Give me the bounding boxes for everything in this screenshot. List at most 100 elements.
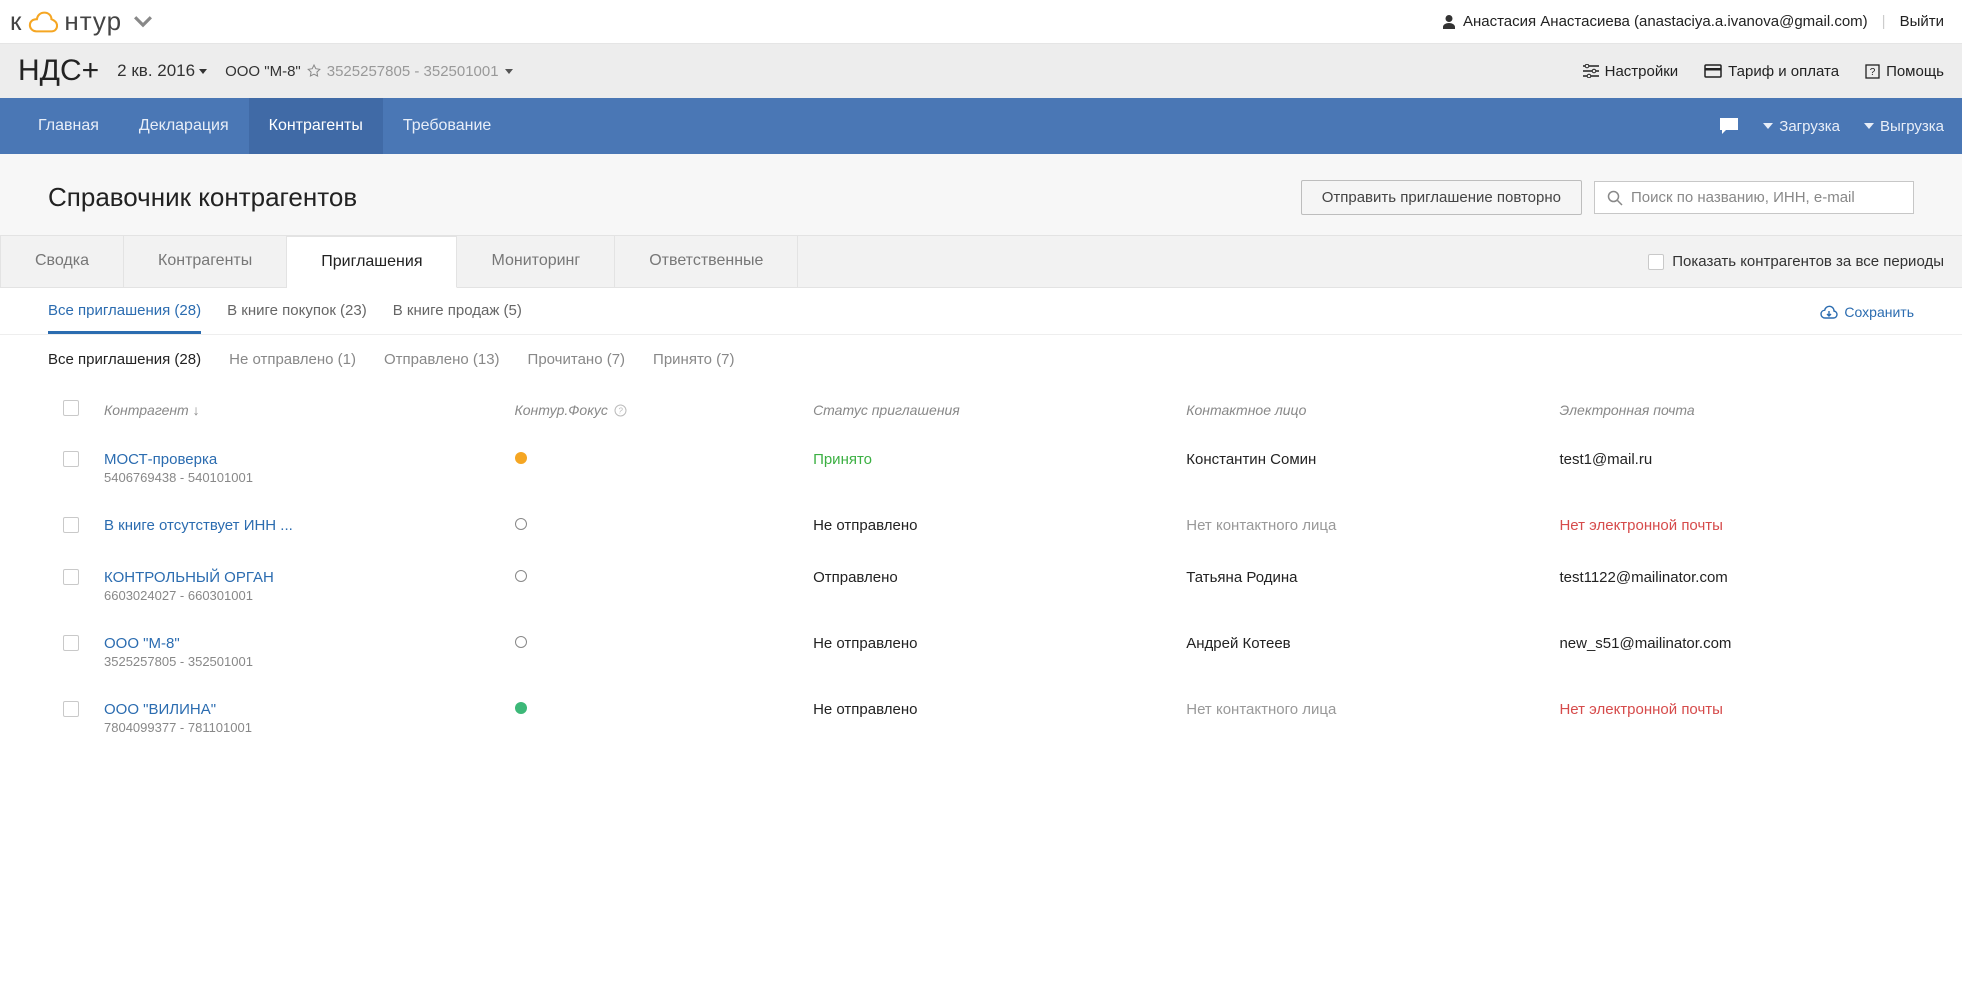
table-row: В книге отсутствует ИНН ...Не отправлено…: [48, 501, 1914, 553]
logo-text-after: нтур: [64, 6, 122, 37]
user-icon: [1441, 14, 1457, 30]
save-link[interactable]: Сохранить: [1820, 304, 1914, 332]
invites-table: Контрагент ↓ Контур.Фокус ? Статус пригл…: [48, 384, 1914, 751]
upload-label: Выгрузка: [1880, 118, 1944, 135]
contact-email: Нет электронной почты: [1559, 701, 1722, 718]
resend-invite-button[interactable]: Отправить приглашение повторно: [1301, 180, 1582, 215]
invite-status: Не отправлено: [813, 701, 917, 718]
contragent-link[interactable]: В книге отсутствует ИНН ...: [104, 517, 495, 534]
org-name: ООО "М-8": [225, 63, 301, 80]
contragent-link[interactable]: ООО "М-8": [104, 635, 495, 652]
row-checkbox[interactable]: [63, 635, 79, 651]
subfilters-1: Все приглашения (28) В книге покупок (23…: [0, 288, 1962, 335]
org-selector[interactable]: ООО "М-8" 3525257805 - 352501001: [225, 63, 513, 80]
caret-down-icon: [199, 69, 207, 74]
user-name: Анастасия Анастасиева (anastaciya.a.ivan…: [1463, 13, 1868, 30]
search-input[interactable]: [1631, 189, 1901, 206]
tab-responsible[interactable]: Ответственные: [615, 236, 798, 287]
secondbar-left: НДС+ 2 кв. 2016 ООО "М-8" 3525257805 - 3…: [18, 54, 513, 88]
row-checkbox[interactable]: [63, 701, 79, 717]
nav-item-declaration[interactable]: Декларация: [119, 98, 249, 154]
tabs-row: Сводка Контрагенты Приглашения Мониторин…: [0, 235, 1962, 288]
table-row: ООО "М-8"3525257805 - 352501001Не отправ…: [48, 619, 1914, 685]
focus-indicator: [515, 636, 527, 648]
row-checkbox[interactable]: [63, 517, 79, 533]
org-ids: 3525257805 - 352501001: [327, 63, 499, 80]
chevron-down-icon[interactable]: [128, 11, 158, 33]
contact-person: Татьяна Родина: [1186, 569, 1297, 586]
logo-text-before: к: [10, 6, 22, 37]
filter2-sent[interactable]: Отправлено (13): [384, 351, 500, 368]
contact-person: Андрей Котеев: [1186, 635, 1290, 652]
help-link[interactable]: ? Помощь: [1865, 63, 1944, 80]
tariff-label: Тариф и оплата: [1728, 63, 1839, 80]
tariff-link[interactable]: Тариф и оплата: [1704, 63, 1839, 80]
search-box[interactable]: [1594, 181, 1914, 214]
row-checkbox[interactable]: [63, 451, 79, 467]
contragent-link[interactable]: МОСТ-проверка: [104, 451, 495, 468]
tabs-right: Показать контрагентов за все периоды: [1648, 236, 1944, 287]
focus-indicator: [515, 570, 527, 582]
invite-status: Принято: [813, 451, 872, 468]
search-icon: [1607, 190, 1623, 206]
settings-label: Настройки: [1605, 63, 1679, 80]
filter-sales-book[interactable]: В книге продаж (5): [393, 302, 522, 334]
topbar: к нтур Анастасия Анастасиева (anastaciya…: [0, 0, 1962, 44]
filter2-read[interactable]: Прочитано (7): [528, 351, 626, 368]
subfilters-2: Все приглашения (28) Не отправлено (1) О…: [0, 335, 1962, 384]
logo[interactable]: к нтур: [10, 6, 158, 37]
card-icon: [1704, 64, 1722, 78]
col-status[interactable]: Статус приглашения: [803, 384, 1176, 435]
table-row: КОНТРОЛЬНЫЙ ОРГАН 6603024027 - 660301001 О…: [48, 553, 1914, 619]
nav-item-home[interactable]: Главная: [18, 98, 119, 154]
filter-all-invites[interactable]: Все приглашения (28): [48, 302, 201, 334]
caret-down-icon: [1864, 123, 1874, 129]
row-checkbox[interactable]: [63, 569, 79, 585]
nav-item-requirement[interactable]: Требование: [383, 98, 511, 154]
page-actions: Отправить приглашение повторно: [1301, 180, 1914, 215]
secondbar-right: Настройки Тариф и оплата ? Помощь: [1583, 63, 1944, 80]
star-icon[interactable]: [307, 64, 321, 78]
contragent-link[interactable]: КОНТРОЛЬНЫЙ ОРГАН: [104, 569, 495, 586]
contragent-link[interactable]: ООО "ВИЛИНА": [104, 701, 495, 718]
logout-link[interactable]: Выйти: [1900, 13, 1944, 30]
filter2-all[interactable]: Все приглашения (28): [48, 351, 201, 368]
filter-purchase-book[interactable]: В книге покупок (23): [227, 302, 367, 334]
contact-person: Нет контактного лица: [1186, 701, 1336, 718]
tab-contragents[interactable]: Контрагенты: [124, 236, 287, 287]
help-icon: ?: [1865, 64, 1880, 79]
upload-menu[interactable]: Выгрузка: [1864, 118, 1944, 135]
contact-email: test1122@mailinator.com: [1559, 569, 1727, 586]
tab-invitations[interactable]: Приглашения: [287, 236, 457, 288]
caret-down-icon: [505, 69, 513, 74]
col-contact[interactable]: Контактное лицо: [1176, 384, 1549, 435]
nav-left: Главная Декларация Контрагенты Требовани…: [18, 98, 511, 154]
svg-text:?: ?: [618, 407, 623, 416]
show-all-checkbox[interactable]: [1648, 254, 1664, 270]
invite-status: Отправлено: [813, 569, 898, 586]
col-focus[interactable]: Контур.Фокус ?: [505, 384, 804, 435]
col-contragent[interactable]: Контрагент ↓: [94, 384, 505, 435]
filter2-not-sent[interactable]: Не отправлено (1): [229, 351, 356, 368]
contact-person: Константин Сомин: [1186, 451, 1316, 468]
save-label: Сохранить: [1844, 304, 1914, 320]
caret-down-icon: [1763, 123, 1773, 129]
download-menu[interactable]: Загрузка: [1763, 118, 1840, 135]
contact-email: test1@mail.ru: [1559, 451, 1652, 468]
contragent-ids: 6603024027 - 660301001: [104, 588, 495, 603]
col-email[interactable]: Электронная почта: [1549, 384, 1914, 435]
app-title: НДС+: [18, 54, 99, 88]
user-block[interactable]: Анастасия Анастасиева (anastaciya.a.ivan…: [1441, 13, 1868, 30]
main-nav: Главная Декларация Контрагенты Требовани…: [0, 98, 1962, 154]
filter2-accepted[interactable]: Принято (7): [653, 351, 734, 368]
svg-text:?: ?: [1870, 67, 1876, 78]
page-title: Справочник контрагентов: [48, 182, 357, 213]
select-all-checkbox[interactable]: [63, 400, 79, 416]
chat-icon[interactable]: [1719, 117, 1739, 135]
period-selector[interactable]: 2 кв. 2016: [117, 61, 207, 81]
nav-item-contragents[interactable]: Контрагенты: [249, 98, 383, 154]
tab-monitoring[interactable]: Мониторинг: [457, 236, 615, 287]
help-icon[interactable]: ?: [614, 404, 627, 417]
tab-summary[interactable]: Сводка: [0, 236, 124, 287]
settings-link[interactable]: Настройки: [1583, 63, 1679, 80]
